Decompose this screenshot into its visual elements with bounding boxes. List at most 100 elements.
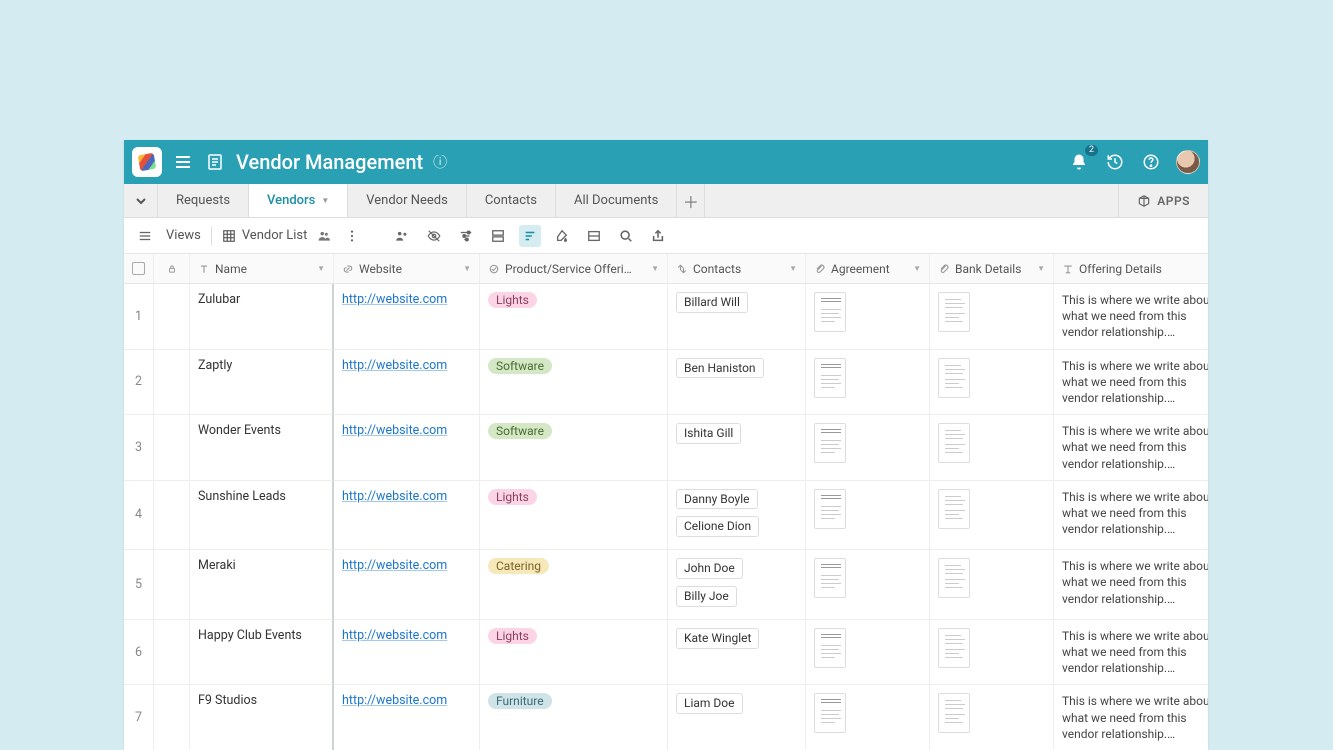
cell-offering[interactable]: Software bbox=[480, 350, 668, 416]
tabs-collapse-toggle[interactable] bbox=[124, 184, 158, 217]
cell-contacts[interactable]: Ben Haniston bbox=[668, 350, 806, 416]
views-label[interactable]: Views bbox=[166, 228, 201, 243]
row-number[interactable]: 5 bbox=[124, 550, 154, 620]
tab-vendor-needs[interactable]: Vendor Needs bbox=[348, 184, 467, 217]
cell-offering[interactable]: Lights bbox=[480, 284, 668, 350]
cell-agreement[interactable] bbox=[806, 350, 930, 416]
history-icon[interactable] bbox=[1104, 151, 1126, 173]
cell-website[interactable]: http://website.com bbox=[334, 481, 480, 551]
cell-name[interactable]: Happy Club Events bbox=[190, 620, 334, 686]
help-icon[interactable] bbox=[1140, 151, 1162, 173]
contact-chip[interactable]: Celione Dion bbox=[676, 516, 759, 537]
website-link[interactable]: http://website.com bbox=[342, 558, 447, 573]
contact-chip[interactable]: Danny Boyle bbox=[676, 489, 758, 510]
cell-website[interactable]: http://website.com bbox=[334, 415, 480, 481]
row-number[interactable]: 4 bbox=[124, 481, 154, 551]
filter-icon[interactable] bbox=[455, 225, 477, 247]
tab-add-button[interactable]: ＋ bbox=[677, 184, 705, 217]
cell-offering-details[interactable]: This is where we write about what we nee… bbox=[1054, 284, 1208, 350]
app-logo[interactable] bbox=[132, 147, 162, 177]
cell-agreement[interactable] bbox=[806, 481, 930, 551]
cell-bank-details[interactable] bbox=[930, 481, 1054, 551]
cell-offering[interactable]: Software bbox=[480, 415, 668, 481]
attachment-thumbnail[interactable] bbox=[938, 628, 970, 668]
avatar[interactable] bbox=[1176, 150, 1200, 174]
row-number[interactable]: 2 bbox=[124, 350, 154, 416]
attachment-thumbnail[interactable] bbox=[938, 358, 970, 398]
collaborators-icon[interactable] bbox=[317, 229, 331, 243]
column-website[interactable]: Website▼ bbox=[334, 254, 480, 284]
website-link[interactable]: http://website.com bbox=[342, 693, 447, 708]
cell-name[interactable]: Wonder Events bbox=[190, 415, 334, 481]
website-link[interactable]: http://website.com bbox=[342, 628, 447, 643]
cell-offering-details[interactable]: This is where we write about what we nee… bbox=[1054, 481, 1208, 551]
cell-website[interactable]: http://website.com bbox=[334, 550, 480, 620]
column-details[interactable]: Offering Details bbox=[1054, 254, 1208, 284]
sort-icon[interactable] bbox=[519, 225, 541, 247]
tab-all-documents[interactable]: All Documents bbox=[556, 184, 677, 217]
header-cell[interactable] bbox=[124, 254, 154, 284]
column-offering[interactable]: Product/Service Offeri…▼ bbox=[480, 254, 668, 284]
contact-chip[interactable]: Ishita Gill bbox=[676, 423, 741, 444]
cell-offering[interactable]: Lights bbox=[480, 481, 668, 551]
cell-offering-details[interactable]: This is where we write about what we nee… bbox=[1054, 685, 1208, 750]
chevron-down-icon[interactable]: ▼ bbox=[913, 264, 921, 273]
cell-contacts[interactable]: Liam Doe bbox=[668, 685, 806, 750]
chevron-down-icon[interactable]: ▼ bbox=[651, 264, 659, 273]
cell-bank-details[interactable] bbox=[930, 685, 1054, 750]
contact-chip[interactable]: Billard Will bbox=[676, 292, 748, 313]
cell-offering[interactable]: Catering bbox=[480, 550, 668, 620]
chevron-down-icon[interactable]: ▼ bbox=[317, 264, 325, 273]
contact-chip[interactable]: Liam Doe bbox=[676, 693, 743, 714]
row-number[interactable]: 1 bbox=[124, 284, 154, 350]
cell-website[interactable]: http://website.com bbox=[334, 620, 480, 686]
cell-contacts[interactable]: Ishita Gill bbox=[668, 415, 806, 481]
cell-offering-details[interactable]: This is where we write about what we nee… bbox=[1054, 350, 1208, 416]
attachment-thumbnail[interactable] bbox=[938, 558, 970, 598]
cell-website[interactable]: http://website.com bbox=[334, 284, 480, 350]
cell-name[interactable]: F9 Studios bbox=[190, 685, 334, 750]
apps-button[interactable]: APPS bbox=[1118, 184, 1208, 217]
cell-agreement[interactable] bbox=[806, 284, 930, 350]
cell-offering-details[interactable]: This is where we write about what we nee… bbox=[1054, 415, 1208, 481]
cell-agreement[interactable] bbox=[806, 620, 930, 686]
attachment-thumbnail[interactable] bbox=[814, 693, 846, 733]
column-name[interactable]: Name▼ bbox=[190, 254, 334, 284]
notifications-icon[interactable]: 2 bbox=[1068, 151, 1090, 173]
data-grid[interactable]: Name▼Website▼Product/Service Offeri…▼Con… bbox=[124, 254, 1208, 750]
cell-bank-details[interactable] bbox=[930, 284, 1054, 350]
cell-offering[interactable]: Furniture bbox=[480, 685, 668, 750]
cell-website[interactable]: http://website.com bbox=[334, 350, 480, 416]
cell-name[interactable]: Zulubar bbox=[190, 284, 334, 350]
cell-offering-details[interactable]: This is where we write about what we nee… bbox=[1054, 620, 1208, 686]
cell-agreement[interactable] bbox=[806, 685, 930, 750]
cell-website[interactable]: http://website.com bbox=[334, 685, 480, 750]
header-cell[interactable] bbox=[154, 254, 190, 284]
cell-contacts[interactable]: Danny Boyle Celione Dion bbox=[668, 481, 806, 551]
view-name[interactable]: Vendor List bbox=[222, 228, 308, 243]
cell-name[interactable]: Meraki bbox=[190, 550, 334, 620]
column-contacts[interactable]: Contacts▼ bbox=[668, 254, 806, 284]
select-all-checkbox[interactable] bbox=[132, 262, 145, 275]
column-bank[interactable]: Bank Details▼ bbox=[930, 254, 1054, 284]
contact-chip[interactable]: John Doe bbox=[676, 558, 743, 579]
color-icon[interactable] bbox=[551, 225, 573, 247]
cell-bank-details[interactable] bbox=[930, 350, 1054, 416]
row-number[interactable]: 6 bbox=[124, 620, 154, 686]
attachment-thumbnail[interactable] bbox=[814, 489, 846, 529]
website-link[interactable]: http://website.com bbox=[342, 292, 447, 307]
tab-contacts[interactable]: Contacts bbox=[467, 184, 556, 217]
tab-vendors[interactable]: Vendors▼ bbox=[249, 184, 348, 217]
contact-chip[interactable]: Kate Winglet bbox=[676, 628, 759, 649]
column-agreement[interactable]: Agreement▼ bbox=[806, 254, 930, 284]
cell-bank-details[interactable] bbox=[930, 415, 1054, 481]
cell-name[interactable]: Zaptly bbox=[190, 350, 334, 416]
contact-chip[interactable]: Ben Haniston bbox=[676, 358, 764, 379]
attachment-thumbnail[interactable] bbox=[938, 292, 970, 332]
row-height-icon[interactable] bbox=[583, 225, 605, 247]
attachment-thumbnail[interactable] bbox=[814, 358, 846, 398]
tab-requests[interactable]: Requests bbox=[158, 184, 249, 217]
cell-agreement[interactable] bbox=[806, 415, 930, 481]
more-icon[interactable] bbox=[341, 225, 363, 247]
website-link[interactable]: http://website.com bbox=[342, 489, 447, 504]
